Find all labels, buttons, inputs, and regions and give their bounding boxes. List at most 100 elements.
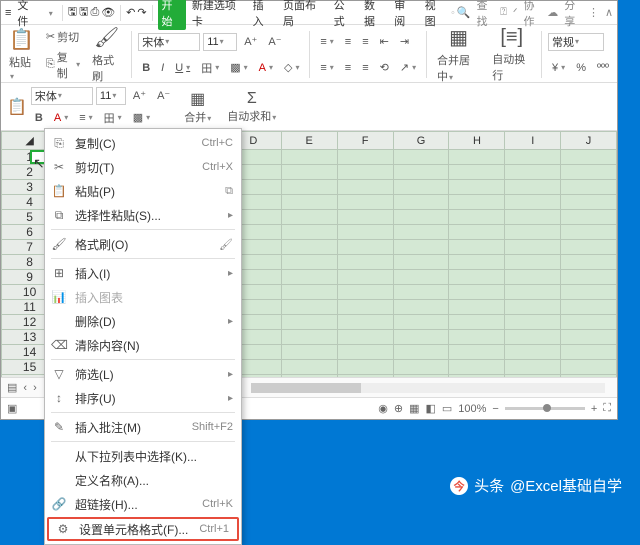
eye-icon[interactable]: ◉ xyxy=(378,402,388,415)
cut-button[interactable]: ✂剪切 xyxy=(42,28,84,46)
underline-button[interactable]: U xyxy=(171,61,194,75)
more-icon[interactable]: ◦ xyxy=(451,7,455,19)
search-label[interactable]: 查找 xyxy=(477,0,495,29)
zoom-slider[interactable] xyxy=(505,407,585,410)
percent[interactable]: % xyxy=(572,61,590,75)
print-preview-icon[interactable]: 👁 xyxy=(101,6,115,19)
italic-button[interactable]: I xyxy=(157,61,168,75)
grid-view-icon[interactable]: ▦ xyxy=(409,402,419,415)
undo-icon[interactable]: ↶ xyxy=(126,6,135,19)
ctx-copy[interactable]: ⎘复制(C)Ctrl+C xyxy=(45,131,241,155)
tab-insert[interactable]: 插入 xyxy=(249,0,277,31)
zoom-value[interactable]: 100% xyxy=(458,403,486,415)
search-icon[interactable]: 🔍 xyxy=(457,6,471,19)
more-menu[interactable]: ⋮ xyxy=(588,6,599,19)
share-icon[interactable]: ☁ xyxy=(547,6,558,19)
collab-icon[interactable]: ᐟ xyxy=(513,6,518,19)
ctx-clear[interactable]: ⌫清除内容(N) xyxy=(45,333,241,357)
file-menu[interactable]: 文件 xyxy=(13,0,41,31)
expand-icon[interactable]: ∧ xyxy=(605,6,613,19)
number-format[interactable]: 常规 xyxy=(548,33,604,51)
increase-font[interactable]: A⁺ xyxy=(240,34,261,49)
tab-pagelayout[interactable]: 页面布局 xyxy=(279,0,328,31)
ctx-pick-list[interactable]: 从下拉列表中选择(K)... xyxy=(45,444,241,468)
zoom-in[interactable]: + xyxy=(591,403,597,415)
ctx-cut[interactable]: ✂剪切(T)Ctrl+X xyxy=(45,155,241,179)
mini-border[interactable]: 田 xyxy=(100,109,126,127)
fill-color[interactable]: ▩ xyxy=(226,60,251,75)
mini-fill[interactable]: ≡ xyxy=(75,111,96,125)
font-size-select[interactable]: 11 xyxy=(203,33,237,51)
page-view-icon[interactable]: ◧ xyxy=(425,402,435,415)
save-icon[interactable]: 🖫 xyxy=(68,3,77,22)
ctx-define-name[interactable]: 定义名称(A)... xyxy=(45,468,241,492)
mini-size[interactable]: 11 xyxy=(96,87,126,105)
reader-view-icon[interactable]: ▭ xyxy=(442,402,452,415)
orient[interactable]: ↗ xyxy=(396,60,420,75)
align-bot[interactable]: ≡ xyxy=(358,35,372,49)
font-select[interactable]: 宋体 xyxy=(138,33,200,51)
horizontal-scrollbar[interactable] xyxy=(251,383,605,393)
bold-button[interactable]: B xyxy=(138,61,154,75)
tab-review[interactable]: 审阅 xyxy=(390,0,418,31)
align-left[interactable]: ≡ xyxy=(316,61,337,75)
ctx-paste[interactable]: 📋粘贴(P)⧉ xyxy=(45,179,241,203)
merge-group[interactable]: ▦ 合并居中 xyxy=(433,27,484,82)
currency[interactable]: ¥ xyxy=(548,61,569,75)
ctx-hyperlink[interactable]: 🔗超链接(H)...Ctrl+K xyxy=(45,492,241,516)
fullscreen-icon[interactable]: ⛶ xyxy=(603,402,611,415)
format-painter-group[interactable]: 🖌 格式刷 xyxy=(88,27,125,82)
tab-formulas[interactable]: 公式 xyxy=(330,0,358,31)
tab-start[interactable]: 开始 xyxy=(158,0,186,30)
mini-font[interactable]: 宋体 xyxy=(31,87,93,105)
paste-group[interactable]: 📋 粘贴 xyxy=(5,27,38,82)
wrap-group[interactable]: [≡] 自动换行 xyxy=(488,27,535,82)
ctx-insert-chart[interactable]: 📊插入图表 xyxy=(45,285,241,309)
decrease-font[interactable]: A⁻ xyxy=(264,34,285,49)
zoom-out[interactable]: − xyxy=(492,403,498,415)
tab-view[interactable]: 视图 xyxy=(421,0,449,31)
ctx-format-cells[interactable]: ⚙设置单元格格式(F)...Ctrl+1 xyxy=(47,517,239,541)
ctx-paste-special[interactable]: ⧉选择性粘贴(S)... xyxy=(45,203,241,227)
mini-merge[interactable]: ▦ 合并 xyxy=(178,89,217,125)
paste-icon[interactable]: 📋 xyxy=(7,97,27,117)
mini-dec-font[interactable]: A⁻ xyxy=(153,88,174,103)
collab-label[interactable]: 协作 xyxy=(524,0,542,29)
mini-bold[interactable]: B xyxy=(31,111,47,125)
mini-fill2[interactable]: ▩ xyxy=(129,110,154,125)
neutral-icon[interactable]: ⊕ xyxy=(394,402,403,415)
tab-new[interactable]: 新建选项卡 xyxy=(188,0,247,31)
tabs-menu-icon[interactable]: ▤ xyxy=(7,381,17,394)
redo-icon[interactable]: ↷ xyxy=(137,6,146,19)
menu-icon[interactable]: ≡ xyxy=(5,7,11,19)
mini-inc-font[interactable]: A⁺ xyxy=(129,88,150,103)
tab-next[interactable]: › xyxy=(33,382,37,394)
ctx-delete[interactable]: 删除(D) xyxy=(45,309,241,333)
align-right[interactable]: ≡ xyxy=(358,61,372,75)
record-icon[interactable]: ▣ xyxy=(7,402,17,415)
comma[interactable]: ººº xyxy=(593,61,613,75)
tab-data[interactable]: 数据 xyxy=(360,0,388,31)
mini-font-color[interactable]: A xyxy=(50,111,72,125)
help-icon[interactable]: ⍰ xyxy=(500,6,507,19)
ctx-comment[interactable]: ✎插入批注(M)Shift+F2 xyxy=(45,415,241,439)
align-top[interactable]: ≡ xyxy=(316,35,337,49)
file-dropdown[interactable] xyxy=(44,5,57,21)
indent-dec[interactable]: ⇤ xyxy=(376,34,393,49)
mini-autosum[interactable]: Σ 自动求和 xyxy=(221,90,282,124)
ctx-insert[interactable]: ⊞插入(I) xyxy=(45,261,241,285)
ctx-sort[interactable]: ↕排序(U) xyxy=(45,386,241,410)
indent-inc[interactable]: ⇥ xyxy=(396,34,413,49)
ctx-filter[interactable]: ▽筛选(L) xyxy=(45,362,241,386)
print-icon[interactable]: ⎙ xyxy=(90,6,99,19)
wrap[interactable]: ⟲ xyxy=(376,60,393,75)
share-label[interactable]: 分享 xyxy=(564,0,582,29)
tab-prev[interactable]: ‹ xyxy=(23,382,27,394)
align-mid[interactable]: ≡ xyxy=(341,35,355,49)
save-as-icon[interactable]: 🖫 xyxy=(79,3,88,22)
highlight[interactable]: ◇ xyxy=(280,60,303,75)
align-center[interactable]: ≡ xyxy=(341,61,355,75)
copy-button[interactable]: ⎘复制 xyxy=(42,48,84,82)
font-color[interactable]: A xyxy=(255,61,277,75)
border-btn[interactable]: 田 xyxy=(197,59,223,77)
